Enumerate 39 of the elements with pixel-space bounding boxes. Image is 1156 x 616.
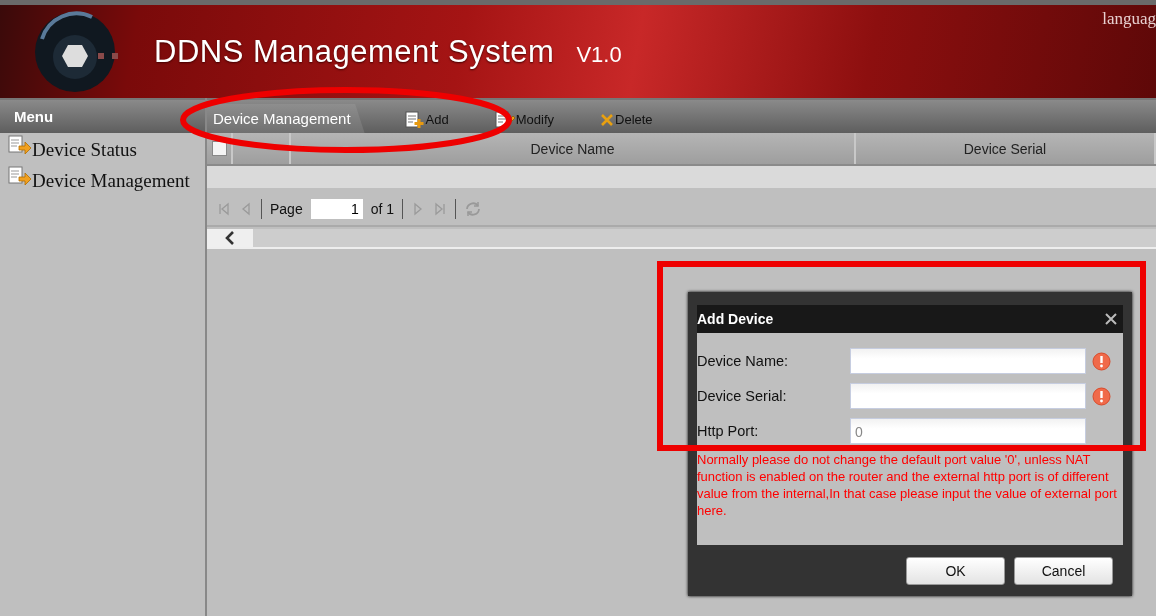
- dialog-title: Add Device: [697, 311, 774, 327]
- last-page-icon[interactable]: [433, 201, 448, 216]
- app-title: DDNS Management System: [154, 33, 555, 70]
- cross-icon: [600, 112, 614, 127]
- version-label: V1.0: [576, 41, 622, 68]
- language-link[interactable]: languag: [1102, 9, 1156, 29]
- document-plus-icon: [404, 110, 425, 129]
- page-label: Page: [270, 200, 303, 217]
- sidebar-item[interactable]: Device Management: [0, 164, 205, 195]
- column-header[interactable]: Device Serial: [963, 140, 1047, 157]
- first-page-icon[interactable]: [217, 201, 231, 216]
- toolbar-button[interactable]: Delete: [600, 112, 653, 127]
- close-icon: [1105, 312, 1117, 325]
- document-arrow-icon: [8, 166, 32, 187]
- page-total: of 1: [370, 200, 395, 217]
- menu-title: Menu: [14, 108, 54, 125]
- dialog-button[interactable]: OK: [906, 557, 1005, 585]
- input-field[interactable]: [850, 348, 1086, 374]
- refresh-icon[interactable]: [464, 199, 483, 218]
- scroll-left-button[interactable]: [207, 229, 253, 247]
- field-label: Http Port:: [697, 423, 760, 439]
- tab[interactable]: Device Management: [207, 104, 365, 133]
- document-pencil-icon: [494, 110, 515, 129]
- toolbar-button[interactable]: Add: [404, 110, 449, 129]
- select-all-checkbox[interactable]: [211, 141, 227, 156]
- input-field[interactable]: 0: [850, 418, 1086, 444]
- chevron-left-icon: [224, 231, 236, 245]
- page-input[interactable]: 1: [310, 198, 363, 219]
- document-arrow-icon: [8, 135, 32, 156]
- field-label: Device Name:: [697, 353, 790, 369]
- dialog-button[interactable]: Cancel: [1014, 557, 1113, 585]
- error-icon: [1092, 386, 1111, 406]
- input-field[interactable]: [850, 383, 1086, 409]
- column-header[interactable]: Device Name: [530, 140, 615, 157]
- sidebar-item[interactable]: Device Status: [0, 133, 205, 164]
- port-note: Normally please do not change the default port value '0', unless NAT function is enabled on the router and the external http port is of different value from the internal,In that case please input the value of external port here.: [697, 451, 1118, 519]
- toolbar-button[interactable]: Modify: [494, 110, 554, 129]
- field-label: Device Serial:: [697, 388, 788, 404]
- error-icon: [1092, 351, 1111, 371]
